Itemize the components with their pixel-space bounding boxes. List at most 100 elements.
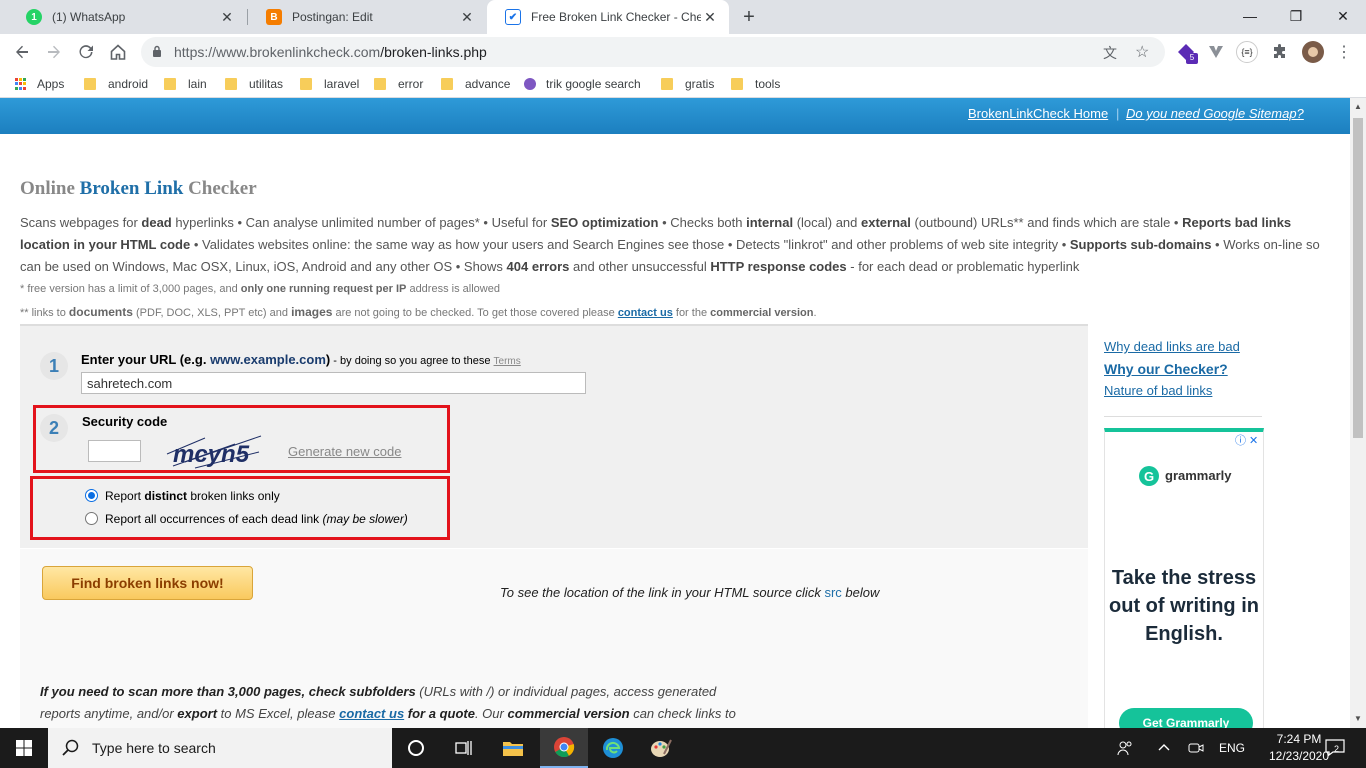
find-broken-links-button[interactable]: Find broken links now! — [42, 566, 253, 600]
home-icon — [110, 44, 126, 60]
bookmark-utilitas[interactable]: utilitas — [225, 76, 283, 92]
close-window-button[interactable]: ✕ — [1320, 0, 1366, 32]
contact-us-link[interactable]: contact us — [339, 706, 404, 721]
search-icon — [62, 739, 79, 756]
bookmark-lain[interactable]: lain — [164, 76, 207, 92]
grammarly-logo-icon: G — [1139, 466, 1159, 486]
avatar-face — [1308, 47, 1318, 57]
arrow-left-icon — [16, 45, 28, 59]
address-bar[interactable]: https://www.brokenlinkcheck.com/broken-l… — [141, 37, 1165, 67]
sitemap-link[interactable]: Do you need Google Sitemap? — [1126, 106, 1304, 121]
maximize-button[interactable]: ❐ — [1273, 0, 1319, 32]
bookmark-tools[interactable]: tools — [731, 76, 780, 92]
bookmark-label: gratis — [685, 77, 715, 91]
scroll-down-arrow-icon[interactable]: ▼ — [1354, 714, 1362, 723]
bookmark-apps[interactable]: Apps — [15, 76, 64, 92]
bookmark-laravel[interactable]: laravel — [300, 76, 359, 92]
task-view-icon[interactable] — [440, 728, 488, 768]
notification-icon[interactable]: 2 — [1325, 738, 1345, 759]
clock-time: 7:24 PM — [1276, 732, 1322, 746]
bookmark-label: utilitas — [249, 77, 284, 91]
folder-icon — [225, 78, 237, 90]
language-indicator[interactable]: ENG — [1219, 741, 1245, 755]
back-button[interactable] — [8, 38, 36, 66]
home-button[interactable] — [104, 38, 132, 66]
tab-title: Postingan: Edit — [292, 10, 373, 24]
close-icon[interactable]: ✕ — [458, 8, 476, 26]
tab-title: (1) WhatsApp — [52, 10, 126, 24]
sidebar-link-why-checker[interactable]: Why our Checker? — [1104, 361, 1228, 377]
clock[interactable]: 7:24 PM 12/23/2020 — [1268, 731, 1330, 765]
json-extension-icon[interactable]: {≡} — [1236, 41, 1258, 63]
minimize-button[interactable]: — — [1227, 0, 1273, 32]
reload-button[interactable] — [72, 38, 100, 66]
avatar[interactable] — [1302, 41, 1324, 63]
chevron-up-icon[interactable] — [1157, 740, 1171, 757]
folder-icon — [441, 78, 453, 90]
bookmark-label: android — [108, 77, 149, 91]
tab-broken-link-checker[interactable]: ✔ Free Broken Link Checker - Check ✕ — [487, 0, 729, 34]
tab-whatsapp[interactable]: 1 (1) WhatsApp ✕ — [8, 0, 246, 34]
notification-count: 2 — [1334, 744, 1340, 754]
highlight-box-security — [33, 405, 450, 473]
taskbar-search-box[interactable]: Type here to search — [48, 728, 392, 768]
scroll-up-arrow-icon[interactable]: ▲ — [1354, 102, 1362, 111]
tab-blogger[interactable]: B Postingan: Edit ✕ — [248, 0, 486, 34]
chrome-taskbar-icon[interactable] — [540, 728, 588, 768]
extension-purple-icon[interactable]: 5 — [1176, 42, 1198, 64]
close-icon[interactable]: ✕ — [218, 8, 236, 26]
close-icon[interactable]: ✕ — [701, 8, 719, 26]
forward-button[interactable] — [40, 38, 68, 66]
arrow-right-icon — [48, 45, 60, 59]
url-text: https://www.brokenlinkcheck.com/broken-l… — [174, 44, 487, 60]
file-explorer-icon[interactable] — [489, 728, 537, 768]
top-banner: BrokenLinkCheck Home | Do you need Googl… — [0, 98, 1350, 134]
paint-icon[interactable] — [637, 728, 685, 768]
extension-badge: 5 — [1186, 53, 1198, 64]
page-scrollbar[interactable]: ▲ ▼ — [1350, 98, 1366, 728]
bookmarks-bar: Apps android lain utilitas laravel error… — [0, 70, 1366, 98]
bookmark-trik-google-search[interactable]: trik google search — [524, 76, 641, 92]
highlight-box-options — [30, 476, 450, 540]
url-field-label: Enter your URL (e.g. www.example.com) - … — [81, 352, 521, 367]
extensions-puzzle-icon[interactable] — [1270, 42, 1290, 62]
menu-dots-icon[interactable]: ⋮ — [1334, 42, 1354, 62]
vuetify-extension-icon[interactable] — [1206, 42, 1226, 62]
sidebar-link-why-dead-links[interactable]: Why dead links are bad — [1104, 339, 1240, 354]
start-button[interactable] — [0, 728, 48, 768]
terms-link[interactable]: Terms — [494, 356, 521, 367]
bookmark-label: Apps — [37, 77, 65, 91]
windows-logo-icon — [16, 740, 32, 756]
bookmark-gratis[interactable]: gratis — [661, 76, 714, 92]
translate-icon[interactable]: 文 — [1103, 43, 1117, 63]
new-tab-button[interactable]: + — [738, 6, 760, 28]
url-input[interactable]: sahretech.com — [81, 372, 586, 394]
home-link[interactable]: BrokenLinkCheck Home — [968, 106, 1108, 121]
src-hint: To see the location of the link in your … — [500, 585, 880, 600]
get-grammarly-button[interactable]: Get Grammarly — [1119, 708, 1253, 728]
sidebar-link-nature-bad-links[interactable]: Nature of bad links — [1104, 383, 1212, 398]
bookmark-error[interactable]: error — [374, 76, 423, 92]
star-icon[interactable]: ☆ — [1135, 42, 1149, 62]
grammarly-ad[interactable]: ⓘ ✕ G grammarly Take the stress out of w… — [1104, 428, 1264, 728]
bookmark-advance[interactable]: advance — [441, 76, 510, 92]
folder-icon — [731, 78, 743, 90]
blogger-icon: B — [266, 9, 282, 25]
people-icon[interactable] — [1117, 740, 1133, 759]
edge-icon[interactable] — [589, 728, 637, 768]
scrollbar-thumb[interactable] — [1353, 118, 1363, 438]
whatsapp-icon: 1 — [26, 9, 42, 25]
clock-date: 12/23/2020 — [1268, 749, 1330, 763]
footnote-documents: ** links to documents (PDF, DOC, XLS, PP… — [20, 305, 817, 319]
cortana-icon[interactable] — [392, 728, 440, 768]
tab-title: Free Broken Link Checker - Check — [531, 10, 701, 24]
windows-taskbar: Type here to search ENG 7:24 PM 12/23/20… — [0, 728, 1366, 768]
bookmark-label: advance — [465, 77, 511, 91]
folder-icon — [300, 78, 312, 90]
meet-now-icon[interactable] — [1188, 740, 1204, 759]
search-placeholder: Type here to search — [92, 740, 216, 756]
contact-us-link[interactable]: contact us — [618, 307, 673, 319]
bookmark-android[interactable]: android — [84, 76, 148, 92]
bookmark-label: tools — [755, 77, 781, 91]
ad-info-close-icon[interactable]: ⓘ ✕ — [1235, 432, 1258, 448]
